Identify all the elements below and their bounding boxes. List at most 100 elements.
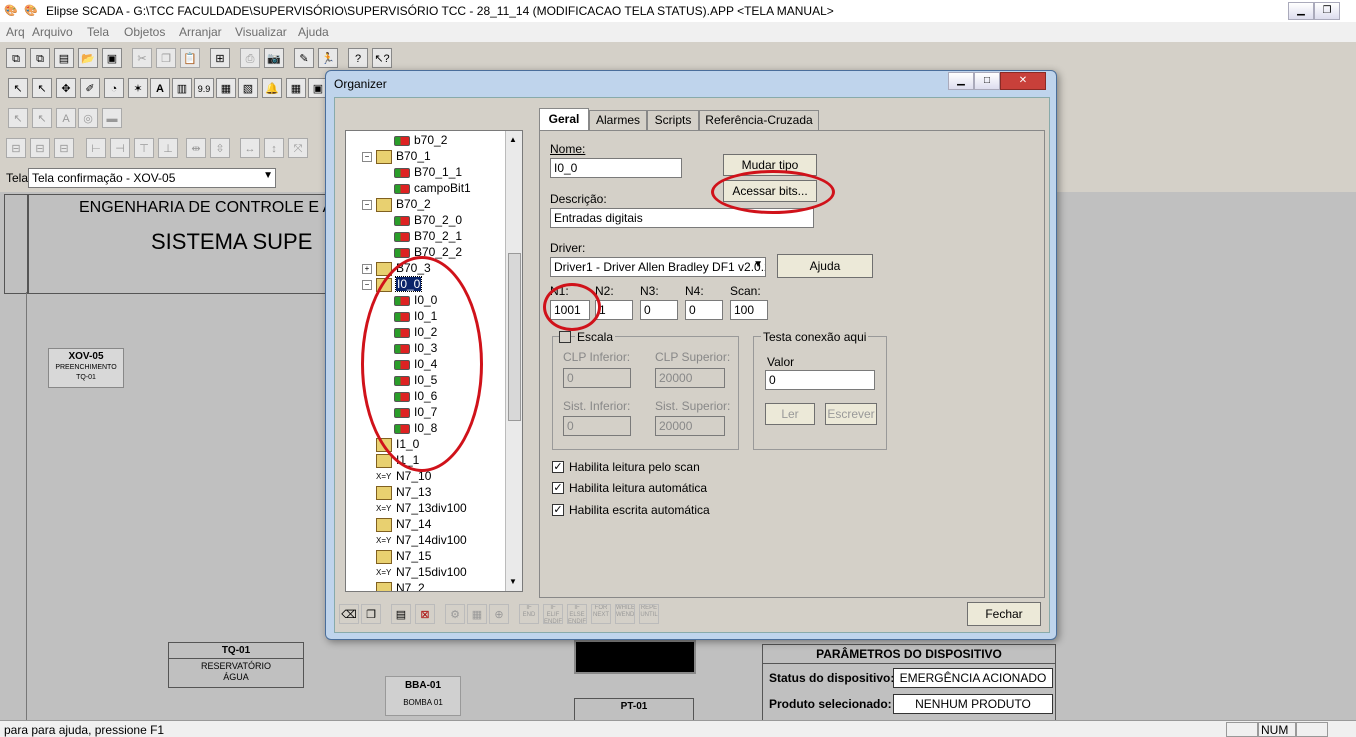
valor-input[interactable]: 0 xyxy=(765,370,875,390)
scroll-up-icon[interactable]: ▲ xyxy=(509,135,517,144)
size-h-icon[interactable]: ↕ xyxy=(264,138,284,158)
delete-table-icon[interactable]: ⊠ xyxy=(415,604,435,624)
xov-05-button[interactable]: XOV-05 PREENCHIMENTO TQ-01 xyxy=(48,348,124,388)
tree-item[interactable]: campoBit1 xyxy=(380,181,471,197)
context-help-icon[interactable]: ↖? xyxy=(372,48,392,68)
tab-geral[interactable]: Geral xyxy=(539,108,589,131)
screen-select[interactable]: Tela confirmação - XOV-05 ▼ xyxy=(28,168,276,188)
video-icon[interactable]: ▦ xyxy=(216,78,236,98)
trend-icon[interactable]: ▧ xyxy=(238,78,258,98)
text-icon[interactable]: A xyxy=(150,78,170,98)
dialog-maximize-icon[interactable]: □ xyxy=(974,72,1000,90)
text-dis-icon[interactable]: A xyxy=(56,108,76,128)
script-tool-button[interactable]: IF END xyxy=(519,604,539,624)
pointer-dis-icon[interactable]: ↖ xyxy=(32,108,52,128)
paste-icon[interactable]: 📋 xyxy=(180,48,200,68)
tree-item[interactable]: N7_2 xyxy=(362,581,425,591)
rect-dis-icon[interactable]: ▬ xyxy=(102,108,122,128)
tool-a-icon[interactable]: ⚙ xyxy=(445,604,465,624)
scroll-thumb[interactable] xyxy=(508,253,521,421)
align-top-icon[interactable]: ⊤ xyxy=(134,138,154,158)
tab-alarmes[interactable]: Alarmes xyxy=(589,110,647,131)
tree-item[interactable]: B70_2_0 xyxy=(380,213,462,229)
collapse-icon[interactable]: − xyxy=(362,279,372,290)
grid-icon[interactable]: ▦ xyxy=(286,78,306,98)
pointer-icon[interactable]: ↖ xyxy=(32,78,52,98)
escrever-button[interactable]: Escrever xyxy=(825,403,877,425)
draw-icon[interactable]: ✐ xyxy=(80,78,100,98)
script-tool-button[interactable]: WHILE WEND xyxy=(615,604,635,624)
new-app-icon[interactable]: ⧉ xyxy=(6,48,26,68)
size-w-icon[interactable]: ↔ xyxy=(240,138,260,158)
menu-ajuda[interactable]: Ajuda xyxy=(298,25,329,39)
script-tool-button[interactable]: FOR NEXT xyxy=(591,604,611,624)
eraser-icon[interactable]: ⌫ xyxy=(339,604,359,624)
chevron-down-icon[interactable]: ▼ xyxy=(263,170,273,181)
tree-item[interactable]: N7_13 xyxy=(362,485,431,501)
tab-referencia-cruzada[interactable]: Referência-Cruzada xyxy=(699,110,819,131)
table-icon[interactable]: ▤ xyxy=(391,604,411,624)
chk-escrita-automatica[interactable]: ✓ xyxy=(552,504,564,516)
tree-item[interactable]: N7_14 xyxy=(362,517,431,533)
copy-icon[interactable]: ❐ xyxy=(156,48,176,68)
tool-c-icon[interactable]: ⊕ xyxy=(489,604,509,624)
align-2-icon[interactable]: ⊟ xyxy=(30,138,50,158)
align-bottom-icon[interactable]: ⊥ xyxy=(158,138,178,158)
space-v-icon[interactable]: ⇳ xyxy=(210,138,230,158)
tree-item[interactable]: B70_1_1 xyxy=(380,165,462,181)
ajuda-button[interactable]: Ajuda xyxy=(777,254,873,278)
clp-inferior-input[interactable]: 0 xyxy=(563,368,631,388)
sist-superior-input[interactable]: 20000 xyxy=(655,416,725,436)
run-icon[interactable]: 🏃 xyxy=(318,48,338,68)
bar-chart-icon[interactable]: ▥ xyxy=(172,78,192,98)
gauge-icon[interactable]: ◔ xyxy=(104,78,124,98)
driver-select[interactable]: Driver1 - Driver Allen Bradley DF1 v2.0.… xyxy=(550,257,766,277)
tree-item[interactable]: − B70_1 xyxy=(362,149,431,165)
script-tool-button[interactable]: IF ELIF ENDIF xyxy=(543,604,563,624)
fechar-button[interactable]: Fechar xyxy=(967,602,1041,626)
expand-icon[interactable]: + xyxy=(362,263,372,274)
cut-icon[interactable]: ✂ xyxy=(132,48,152,68)
new-file-icon[interactable]: ▤ xyxy=(54,48,74,68)
open-app-icon[interactable]: ⧉ xyxy=(30,48,50,68)
collapse-icon[interactable]: − xyxy=(362,199,372,210)
tree-item[interactable]: X=Y N7_15div100 xyxy=(362,565,467,581)
save-icon[interactable]: ▣ xyxy=(102,48,122,68)
menu-visualizar[interactable]: Visualizar xyxy=(235,25,287,39)
align-left-icon[interactable]: ⊢ xyxy=(86,138,106,158)
nome-input[interactable]: I0_0 xyxy=(550,158,682,178)
display-icon[interactable]: 9.9 xyxy=(194,78,214,98)
menu-arquivo[interactable]: Arquivo xyxy=(32,25,73,39)
n4-input[interactable]: 0 xyxy=(685,300,723,320)
collapse-icon[interactable]: − xyxy=(362,151,372,162)
organizer-icon[interactable]: ⊞ xyxy=(210,48,230,68)
magic-icon[interactable]: ✶ xyxy=(128,78,148,98)
edit-icon[interactable]: ✎ xyxy=(294,48,314,68)
menu-tela[interactable]: Tela xyxy=(87,25,109,39)
tree-item[interactable]: X=Y N7_14div100 xyxy=(362,533,467,549)
tree-item[interactable]: − B70_2 xyxy=(362,197,431,213)
chk-leitura-scan[interactable]: ✓ xyxy=(552,461,564,473)
circle-dis-icon[interactable]: ◎ xyxy=(78,108,98,128)
align-center-icon[interactable]: ⊣ xyxy=(110,138,130,158)
align-1-icon[interactable]: ⊟ xyxy=(6,138,26,158)
print-icon[interactable]: ⎙ xyxy=(240,48,260,68)
sist-inferior-input[interactable]: 0 xyxy=(563,416,631,436)
menu-arq[interactable]: Arq xyxy=(6,25,25,39)
ler-button[interactable]: Ler xyxy=(765,403,815,425)
select-dis-icon[interactable]: ↖ xyxy=(8,108,28,128)
clp-superior-input[interactable]: 20000 xyxy=(655,368,725,388)
menu-arranjar[interactable]: Arranjar xyxy=(179,25,222,39)
space-h-icon[interactable]: ⇹ xyxy=(186,138,206,158)
restore-icon[interactable]: ❐ xyxy=(1314,2,1340,20)
minimize-icon[interactable]: ▁ xyxy=(1288,2,1314,20)
copy-tag-icon[interactable]: ❐ xyxy=(361,604,381,624)
camera-icon[interactable]: 📷 xyxy=(264,48,284,68)
chk-leitura-automatica[interactable]: ✓ xyxy=(552,482,564,494)
move-icon[interactable]: ✥ xyxy=(56,78,76,98)
n3-input[interactable]: 0 xyxy=(640,300,678,320)
scroll-down-icon[interactable]: ▼ xyxy=(509,577,517,586)
alarm-icon[interactable]: 🔔 xyxy=(262,78,282,98)
tree-item[interactable]: b70_2 xyxy=(380,133,447,149)
tree-item[interactable]: B70_2_1 xyxy=(380,229,462,245)
